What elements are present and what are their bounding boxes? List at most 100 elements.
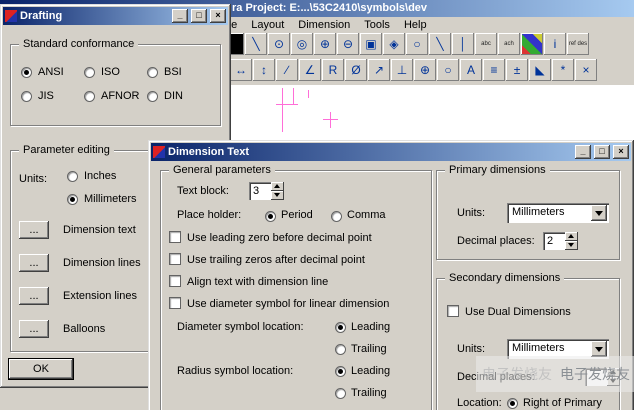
dimension-text-browse-button[interactable]: ... <box>19 221 49 239</box>
dim-diameter-icon[interactable]: Ø <box>345 59 367 81</box>
spin-down-icon[interactable] <box>565 241 578 250</box>
primary-units-label: Units: <box>457 207 485 219</box>
use-dual-dimensions-checkbox[interactable] <box>447 305 459 317</box>
diameter-symbol-checkbox[interactable] <box>169 297 181 309</box>
dim-vertical-icon[interactable]: ↕ <box>253 59 275 81</box>
maximize-icon[interactable]: □ <box>191 9 207 23</box>
zoom-previous-icon[interactable]: ◈ <box>383 33 405 55</box>
watermark-text: 电子发烧友 <box>560 364 630 384</box>
toolbar-row-2: ↔↕∕∠RØ↗⊥⊕○A≡±◣*× <box>230 59 597 81</box>
secondary-units-value: Millimeters <box>509 341 591 357</box>
menu-layout[interactable]: Layout <box>244 18 291 32</box>
primary-decimal-spinner[interactable]: 2 <box>543 232 578 250</box>
dim-leader-icon[interactable]: ↗ <box>368 59 390 81</box>
dim-radius-icon[interactable]: R <box>322 59 344 81</box>
radio-comma[interactable] <box>331 211 342 222</box>
balloons-browse-button[interactable]: ... <box>19 320 49 338</box>
radio-radius-trailing[interactable] <box>335 388 346 399</box>
zoom-world-icon[interactable]: ○ <box>406 33 428 55</box>
dropdown-arrow-icon[interactable] <box>591 205 607 221</box>
radio-din[interactable] <box>147 91 158 102</box>
trailing-zeros-checkbox[interactable] <box>169 253 181 265</box>
radio-right-of-primary[interactable] <box>507 398 518 409</box>
spin-down-icon[interactable] <box>271 191 284 200</box>
slash-icon[interactable]: ╲ <box>429 33 451 55</box>
radio-afnor[interactable] <box>84 91 95 102</box>
radio-bsi[interactable] <box>147 67 158 78</box>
text-block-value[interactable]: 3 <box>249 182 271 200</box>
maximize-icon[interactable]: □ <box>594 145 610 159</box>
radio-iso[interactable] <box>84 67 95 78</box>
close-icon[interactable]: × <box>613 145 629 159</box>
text-ach-icon[interactable]: ach <box>498 33 520 55</box>
menu-tools[interactable]: Tools <box>357 18 397 32</box>
menu-help[interactable]: Help <box>397 18 434 32</box>
close-icon[interactable]: × <box>210 9 226 23</box>
radio-ansi[interactable] <box>21 67 32 78</box>
extension-lines-browse-button[interactable]: ... <box>19 287 49 305</box>
vertical-line-icon[interactable]: │ <box>452 33 474 55</box>
info-icon[interactable]: i <box>544 33 566 55</box>
text-block-spinner[interactable]: 3 <box>249 182 284 200</box>
menu-dimension[interactable]: Dimension <box>291 18 357 32</box>
diameter-symbol-label: Use diameter symbol for linear dimension <box>187 298 389 310</box>
line-icon[interactable]: ╲ <box>245 33 267 55</box>
minimize-icon[interactable]: _ <box>172 9 188 23</box>
palette-icon[interactable] <box>521 33 543 55</box>
radio-comma-label: Comma <box>347 209 386 221</box>
zoom-out-icon[interactable]: ⊖ <box>337 33 359 55</box>
leading-zero-checkbox[interactable] <box>169 231 181 243</box>
minimize-icon[interactable]: _ <box>575 145 591 159</box>
refdes-icon[interactable]: ref des <box>567 33 589 55</box>
dim-note-icon[interactable]: A <box>460 59 482 81</box>
menu-bar: oeLayoutDimensionToolsHelp <box>218 17 434 33</box>
drafting-titlebar[interactable]: Drafting _ □ × <box>3 7 228 25</box>
standard-conformance-label: Standard conformance <box>19 38 138 50</box>
dim-star-icon[interactable]: * <box>552 59 574 81</box>
dim-center-icon[interactable]: ⊕ <box>414 59 436 81</box>
radio-jis[interactable] <box>21 91 32 102</box>
dim-balloon-icon[interactable]: ○ <box>437 59 459 81</box>
radio-inches[interactable] <box>67 171 78 182</box>
align-text-checkbox[interactable] <box>169 275 181 287</box>
dim-tolerance-icon[interactable]: ± <box>506 59 528 81</box>
radio-period-label: Period <box>281 209 313 221</box>
app-title: ra Project: E:...\53C2410\symbols\dev <box>232 2 427 14</box>
radio-radius-leading[interactable] <box>335 366 346 377</box>
primary-units-dropdown[interactable]: Millimeters <box>507 203 609 223</box>
dim-angular-icon[interactable]: ∠ <box>299 59 321 81</box>
black-swatch-icon[interactable] <box>230 33 244 55</box>
spin-up-icon[interactable] <box>565 232 578 241</box>
dim-delete-icon[interactable]: × <box>575 59 597 81</box>
dim-chamfer-icon[interactable]: ◣ <box>529 59 551 81</box>
dim-horizontal-icon[interactable]: ↔ <box>230 59 252 81</box>
zoom-in-icon[interactable]: ⊕ <box>314 33 336 55</box>
radio-diameter-trailing[interactable] <box>335 344 346 355</box>
extension-lines-label: Extension lines <box>63 290 137 302</box>
dim-aligned-icon[interactable]: ∕ <box>276 59 298 81</box>
radio-ansi-label: ANSI <box>38 66 64 78</box>
point-snap-icon[interactable]: ⊙ <box>268 33 290 55</box>
radio-radius-leading-label: Leading <box>351 365 390 377</box>
spinner-arrows <box>271 182 284 200</box>
dimension-lines-browse-button[interactable]: ... <box>19 254 49 272</box>
secondary-dimensions-label: Secondary dimensions <box>445 272 564 284</box>
radio-millimeters[interactable] <box>67 194 78 205</box>
spin-up-icon[interactable] <box>271 182 284 191</box>
dimension-text-title: Dimension Text <box>168 146 572 158</box>
radio-period[interactable] <box>265 211 276 222</box>
radio-diameter-leading[interactable] <box>335 322 346 333</box>
primary-decimal-value[interactable]: 2 <box>543 232 565 250</box>
diameter-location-label: Diameter symbol location: <box>177 321 304 333</box>
watermark: 电子发烧友 电子发烧友 <box>476 356 634 392</box>
dim-datum-icon[interactable]: ⊥ <box>391 59 413 81</box>
ok-button[interactable]: OK <box>8 358 74 380</box>
text-block-label: Text block: <box>177 185 229 197</box>
dim-align-icon[interactable]: ≡ <box>483 59 505 81</box>
zoom-points-icon[interactable]: ◎ <box>291 33 313 55</box>
primary-dimensions-group: Primary dimensions Units: Millimeters De… <box>436 170 620 260</box>
dropdown-arrow-icon[interactable] <box>591 341 607 357</box>
dimension-text-titlebar[interactable]: Dimension Text _ □ × <box>151 143 631 161</box>
text-abc-icon[interactable]: abc <box>475 33 497 55</box>
zoom-fit-icon[interactable]: ▣ <box>360 33 382 55</box>
